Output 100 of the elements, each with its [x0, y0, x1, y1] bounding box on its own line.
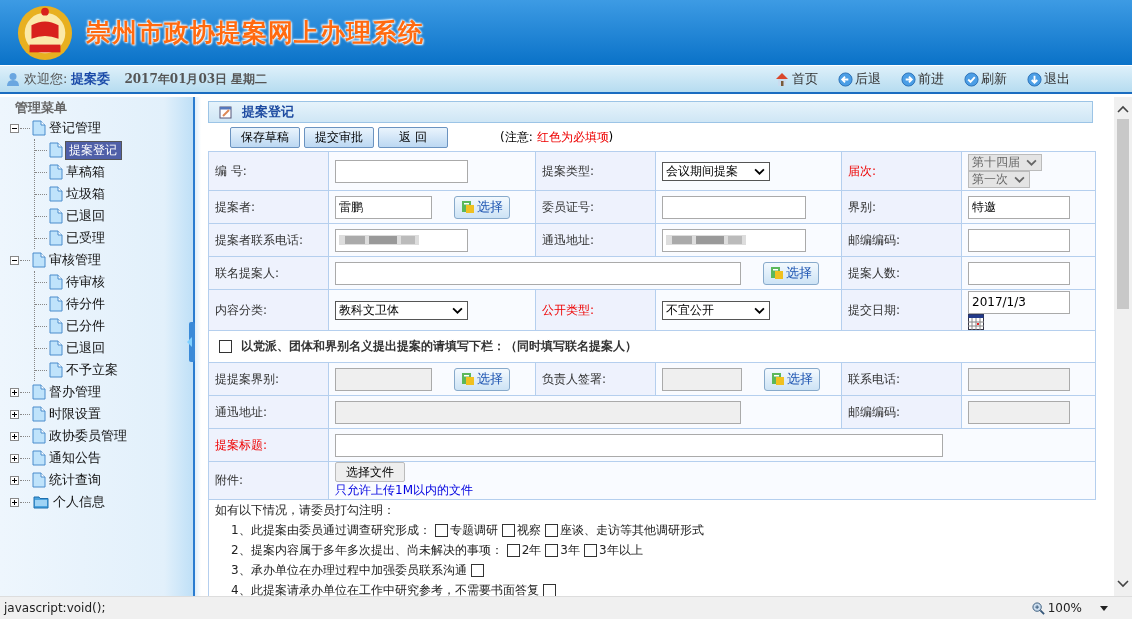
field-label: 提案者: — [215, 199, 256, 214]
nav-link[interactable]: 前进 — [901, 70, 944, 88]
field-label: 邮编编码: — [848, 232, 901, 247]
text-field[interactable]: 特邀 — [968, 195, 1070, 219]
choose-file-button[interactable]: 选择文件 — [335, 462, 405, 482]
text-field[interactable] — [335, 261, 741, 285]
panel-title: 提案登记 — [242, 103, 294, 121]
welcome-label: 欢迎您: — [24, 70, 68, 88]
scrollbar[interactable] — [1114, 97, 1132, 596]
date-field[interactable]: 2017/1/3 — [968, 290, 1070, 314]
tree-item[interactable]: 审核管理 — [48, 250, 102, 270]
tree-item[interactable]: 待审核 — [65, 272, 106, 292]
field-label: 公开类型: — [542, 302, 595, 317]
tree-item[interactable]: 提案登记 — [65, 140, 122, 160]
caret-icon[interactable] — [1100, 605, 1108, 611]
checkbox-label: 专题调研 — [449, 521, 498, 539]
tree-item[interactable]: 已退回 — [65, 338, 106, 358]
checkbox-label: 2年 — [521, 541, 542, 559]
page-icon — [32, 120, 46, 136]
scroll-up-icon[interactable] — [1117, 105, 1129, 113]
nav-link[interactable]: 首页 — [774, 70, 818, 88]
page-icon — [32, 472, 46, 488]
text-field[interactable] — [662, 228, 806, 252]
tree-item[interactable]: 已分件 — [65, 316, 106, 336]
tree-item[interactable]: 不予立案 — [65, 360, 119, 380]
dropdown[interactable]: 教科文卫体 — [335, 300, 468, 320]
tree-item[interactable]: 草稿箱 — [65, 162, 106, 182]
checkbox[interactable] — [506, 543, 520, 557]
text-field[interactable] — [335, 433, 943, 457]
page-icon — [49, 362, 63, 378]
user-icon — [6, 72, 20, 86]
tree-item[interactable]: 登记管理 — [48, 118, 102, 138]
tree-item[interactable]: 时限设置 — [48, 404, 102, 424]
expand-icon[interactable] — [10, 453, 19, 463]
text-field[interactable] — [662, 195, 806, 219]
checkbox[interactable] — [219, 340, 232, 353]
check-icon — [964, 71, 979, 87]
tree-item[interactable]: 督办管理 — [48, 382, 102, 402]
tree-item[interactable]: 已受理 — [65, 228, 106, 248]
scroll-down-icon[interactable] — [1117, 580, 1129, 588]
expand-icon[interactable] — [10, 497, 19, 507]
text-field[interactable] — [335, 228, 468, 252]
checkbox-label: 3年以上 — [598, 541, 643, 559]
toolbar-button[interactable]: 返 回 — [378, 126, 448, 148]
status-text: javascript:void(); — [4, 601, 106, 615]
dropdown[interactable]: 会议期间提案 — [662, 161, 770, 181]
field-label: 界别: — [848, 199, 877, 214]
checkbox[interactable] — [544, 523, 558, 537]
toolbar-button[interactable]: 保存草稿 — [230, 126, 300, 148]
expand-icon[interactable] — [10, 475, 19, 485]
tree-item[interactable]: 已退回 — [65, 206, 106, 226]
tree-item[interactable]: 垃圾箱 — [65, 184, 106, 204]
nav-link[interactable]: 刷新 — [964, 70, 1007, 88]
page-icon — [32, 450, 46, 466]
tree-item[interactable]: 个人信息 — [52, 492, 106, 512]
checkbox[interactable] — [470, 563, 484, 577]
field-label: 编 号: — [215, 163, 247, 178]
caret-icon — [1026, 159, 1037, 166]
arrow-icon — [1027, 71, 1042, 87]
text-field[interactable]: 雷鹏 — [335, 195, 432, 219]
nav-link[interactable]: 退出 — [1027, 70, 1070, 88]
text-field[interactable] — [968, 261, 1070, 285]
nav-link[interactable]: 后退 — [838, 70, 881, 88]
tree-item[interactable]: 统计查询 — [48, 470, 102, 490]
field-label: 通迅地址: — [215, 404, 268, 419]
notes-item: 3、承办单位在办理过程中加强委员联系沟通 — [231, 561, 467, 579]
toolbar-button[interactable]: 提交审批 — [304, 126, 374, 148]
emblem-logo — [16, 3, 74, 62]
field-label: 联名提案人: — [215, 265, 280, 280]
checkbox[interactable] — [434, 523, 448, 537]
collapse-handle[interactable] — [187, 322, 195, 362]
collapse-icon[interactable] — [10, 123, 19, 133]
upload-hint: 只允许上传1M以内的文件 — [335, 482, 473, 499]
expand-icon[interactable] — [10, 387, 19, 397]
tree-item[interactable]: 通知公告 — [48, 448, 102, 468]
checkbox[interactable] — [583, 543, 597, 557]
checkbox[interactable] — [542, 583, 556, 596]
collapse-icon[interactable] — [10, 255, 19, 265]
expand-icon[interactable] — [10, 431, 19, 441]
expand-icon[interactable] — [10, 409, 19, 419]
caret-icon — [452, 306, 463, 314]
checkbox[interactable] — [545, 543, 559, 557]
select-button[interactable]: 选择 — [763, 261, 819, 285]
checkbox-label: 座谈、走访等其他调研形式 — [559, 521, 704, 539]
page-icon — [32, 406, 46, 422]
text-field[interactable] — [968, 228, 1070, 252]
magnifier-icon — [1031, 601, 1045, 615]
text-field[interactable] — [335, 159, 468, 183]
notes-item: 4、此提案请承办单位在工作中研究参考，不需要书面答复 — [231, 581, 539, 596]
zoom-control[interactable]: 100% — [1031, 601, 1082, 615]
checkbox-label: 视察 — [516, 521, 541, 539]
select-button[interactable]: 选择 — [454, 195, 510, 219]
tree-item[interactable]: 待分件 — [65, 294, 106, 314]
checkbox[interactable] — [501, 523, 515, 537]
dropdown[interactable]: 不宜公开 — [662, 300, 770, 320]
calendar-icon[interactable] — [968, 313, 984, 330]
folder-icon — [32, 495, 50, 509]
notes-intro: 如有以下情况，请委员打勾注明： — [215, 502, 396, 519]
tree-item[interactable]: 政协委员管理 — [48, 426, 128, 446]
scroll-thumb[interactable] — [1117, 119, 1129, 309]
